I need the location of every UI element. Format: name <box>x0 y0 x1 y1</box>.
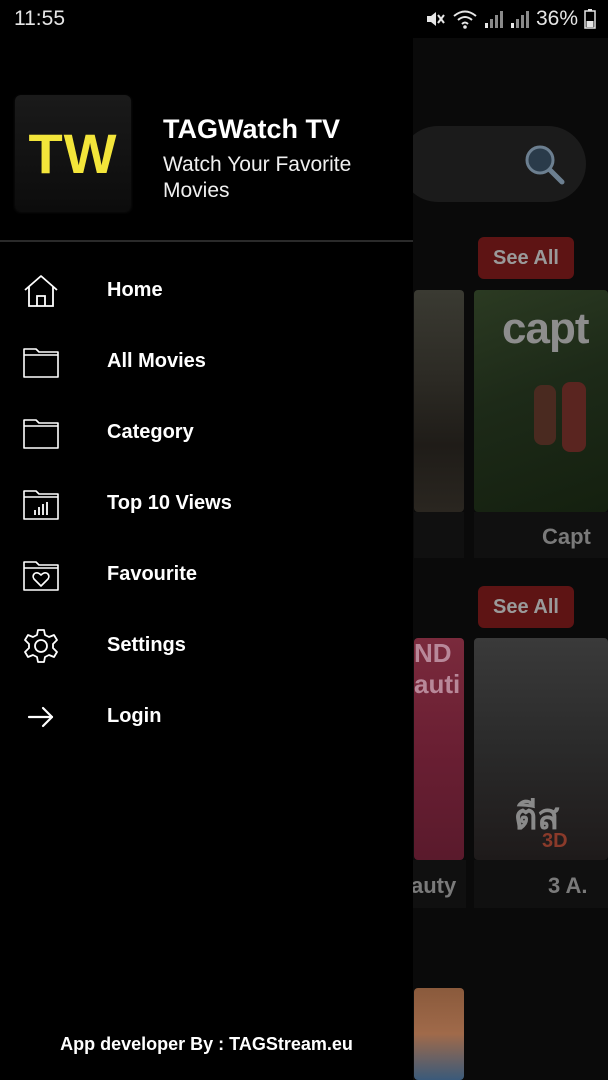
movie-poster[interactable] <box>414 988 464 1080</box>
see-all-button[interactable]: See All <box>478 586 574 628</box>
search-bar[interactable] <box>400 126 586 202</box>
signal-icon <box>484 11 503 28</box>
poster-text: ND auti <box>414 638 461 699</box>
poster-subtext: 3D <box>542 830 568 852</box>
battery-percentage: 36% <box>535 7 578 30</box>
menu-item-settings[interactable]: Settings <box>0 610 413 681</box>
poster-figure <box>562 382 586 452</box>
menu-label: Login <box>107 705 162 727</box>
menu-label: Top 10 Views <box>107 492 232 514</box>
battery-icon <box>584 9 596 29</box>
developer-credit: App developer By : TAGStream.eu <box>60 1034 353 1054</box>
menu-label: Category <box>107 421 194 443</box>
movie-title[interactable]: Capt <box>542 524 591 550</box>
menu-item-category[interactable]: Category <box>0 397 413 468</box>
heart-folder-icon <box>23 561 59 591</box>
drawer-menu: Home All Movies Category Top 10 Views Fa… <box>0 255 413 752</box>
movie-title[interactable]: auty <box>411 873 456 899</box>
status-icons: 36% <box>424 6 596 32</box>
menu-item-login[interactable]: Login <box>0 681 413 752</box>
movie-poster[interactable]: ND auti <box>414 638 464 860</box>
menu-label: Settings <box>107 634 186 656</box>
movie-caption-bg <box>414 512 464 558</box>
status-time: 11:55 <box>14 7 65 30</box>
movie-caption-bg <box>474 860 608 908</box>
arrow-right-icon <box>27 706 54 728</box>
poster-figure <box>534 385 556 445</box>
menu-item-home[interactable]: Home <box>0 255 413 326</box>
app-logo: TW <box>15 95 131 211</box>
movie-title[interactable]: 3 A. <box>548 873 588 899</box>
search-icon[interactable] <box>522 142 566 186</box>
movie-poster[interactable] <box>414 290 464 512</box>
poster-text: capt <box>502 304 589 353</box>
menu-item-favourite[interactable]: Favourite <box>0 539 413 610</box>
menu-item-top-10-views[interactable]: Top 10 Views <box>0 468 413 539</box>
movie-poster[interactable]: capt <box>474 290 608 512</box>
menu-label: Home <box>107 279 163 301</box>
movie-poster[interactable]: ตีส 3D <box>474 638 608 860</box>
app-tagline: Watch Your Favorite Movies <box>163 153 352 202</box>
home-icon <box>24 275 58 307</box>
folder-icon <box>23 348 59 378</box>
menu-item-all-movies[interactable]: All Movies <box>0 326 413 397</box>
folder-icon <box>23 419 59 449</box>
wifi-icon <box>453 10 477 29</box>
status-bar: 11:55 36% <box>0 0 608 38</box>
chart-folder-icon <box>23 490 59 520</box>
logo-text: TW <box>28 121 118 185</box>
see-all-button[interactable]: See All <box>478 237 574 279</box>
menu-label: All Movies <box>107 350 206 372</box>
signal-icon <box>510 11 529 28</box>
navigation-drawer: TW TAGWatch TV Watch Your Favorite Movie… <box>0 38 413 1080</box>
app-name: TAGWatch TV <box>163 114 340 144</box>
divider <box>0 240 413 242</box>
mute-icon <box>426 12 445 26</box>
gear-icon <box>24 629 58 663</box>
menu-label: Favourite <box>107 563 198 585</box>
